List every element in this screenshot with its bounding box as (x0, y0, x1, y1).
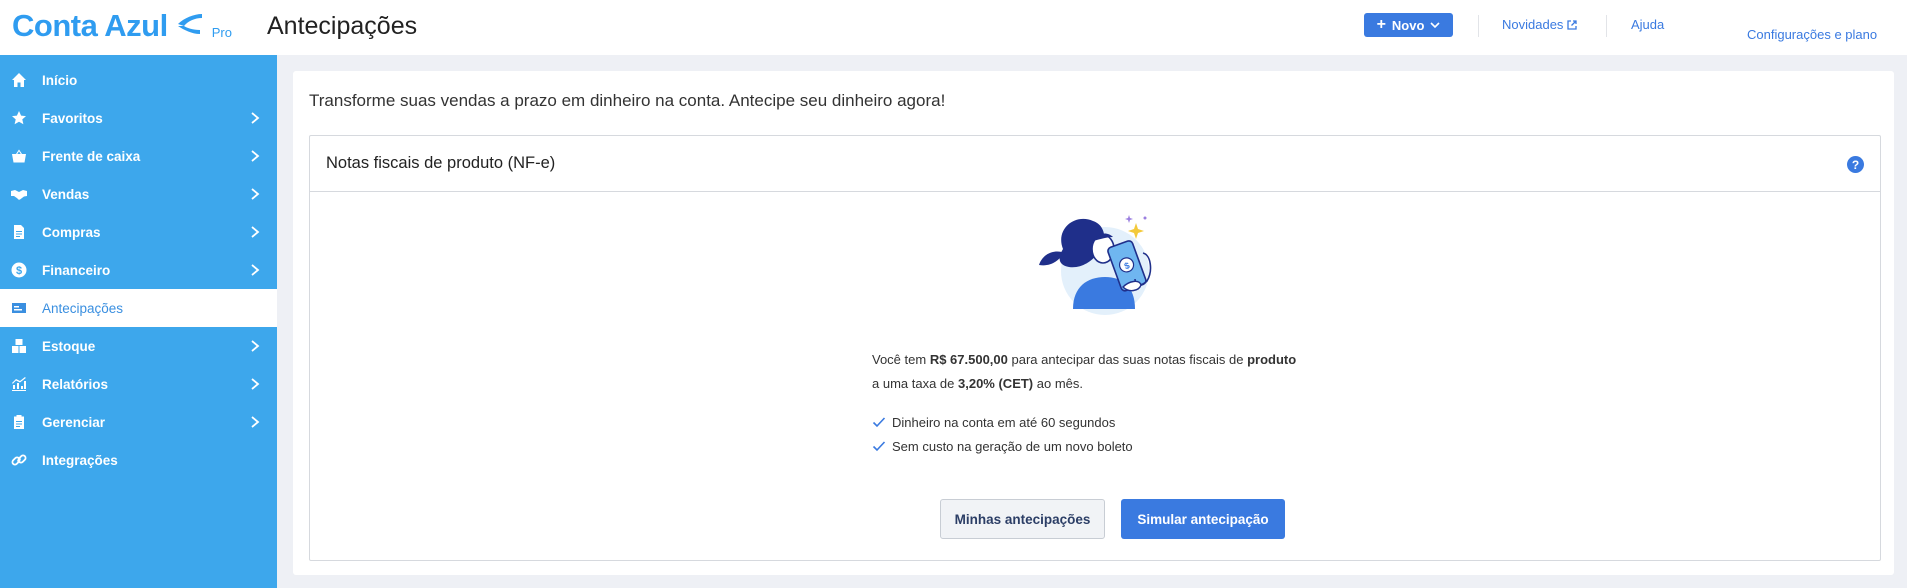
sidebar-item-inicio[interactable]: Início (0, 61, 277, 99)
chevron-right-icon (251, 378, 260, 390)
desc-text: ao mês. (1033, 376, 1083, 391)
chevron-right-icon (251, 264, 260, 276)
sidebar-item-favoritos[interactable]: Favoritos (0, 99, 277, 137)
monthly-rate: 3,20% (CET) (958, 376, 1034, 391)
sidebar-item-financeiro[interactable]: $ Financeiro (0, 251, 277, 289)
sidebar-item-integracoes[interactable]: Integrações (0, 441, 277, 479)
sidebar-item-antecipacoes[interactable]: Antecipações (0, 289, 277, 327)
available-amount: R$ 67.500,00 (929, 352, 1008, 367)
sidebar-item-relatorios[interactable]: Relatórios (0, 365, 277, 403)
sidebar-item-frente-de-caixa[interactable]: Frente de caixa (0, 137, 277, 175)
chart-icon (11, 376, 27, 392)
chevron-right-icon (251, 188, 260, 200)
sidebar-item-label: Antecipações (42, 300, 124, 316)
dollar-icon: $ (11, 262, 27, 278)
card-icon (11, 300, 27, 316)
sidebar-item-label: Estoque (42, 338, 96, 354)
chevron-right-icon (251, 150, 260, 162)
sidebar-item-vendas[interactable]: Vendas (0, 175, 277, 213)
novidades-link[interactable]: Novidades (1502, 17, 1578, 32)
desc-text: a uma taxa de (872, 376, 958, 391)
anticipation-description: Você tem R$ 67.500,00 para antecipar das… (872, 348, 1352, 396)
benefit-text: Dinheiro na conta em até 60 segundos (892, 414, 1116, 430)
novidades-label: Novidades (1502, 17, 1564, 32)
desc-text: Você tem (872, 352, 930, 367)
external-link-icon (1567, 19, 1578, 30)
logo-mark-icon (177, 14, 202, 34)
boxes-icon (11, 338, 27, 354)
logo-text: Conta Azul (12, 8, 168, 43)
link-icon (11, 452, 27, 468)
chevron-down-icon (1430, 22, 1440, 29)
plan-tier-label: Pro (211, 25, 232, 40)
sidebar-item-label: Frente de caixa (42, 148, 141, 164)
ajuda-label: Ajuda (1631, 17, 1665, 32)
basket-icon (11, 148, 27, 164)
panel-title: Notas fiscais de produto (NF-e) (326, 154, 556, 172)
check-icon (872, 441, 886, 452)
woman-with-phone-illustration: $ (1039, 215, 1152, 315)
sidebar-item-compras[interactable]: Compras (0, 213, 277, 251)
benefit-text: Sem custo na geração de um novo boleto (892, 438, 1133, 454)
settings-and-plan-link[interactable]: Configurações e plano (1747, 27, 1877, 42)
sidebar-item-label: Financeiro (42, 262, 111, 278)
sidebar-item-label: Integrações (42, 452, 118, 468)
nfe-panel: Notas fiscais de produto (NF-e) ? $ Você… (309, 135, 1881, 561)
help-icon[interactable]: ? (1847, 156, 1864, 173)
new-button-label: Novo (1391, 17, 1425, 33)
sidebar-item-label: Favoritos (42, 110, 103, 126)
chevron-right-icon (251, 340, 260, 352)
sidebar-item-label: Vendas (42, 186, 90, 202)
document-icon (11, 224, 27, 240)
star-icon (11, 110, 27, 126)
top-header: Conta Azul Pro Antecipações + Novo Novid… (0, 0, 1907, 55)
sidebar-item-label: Gerenciar (42, 414, 106, 430)
main-content: Transforme suas vendas a prazo em dinhei… (293, 71, 1894, 575)
header-divider (1606, 15, 1607, 37)
handshake-icon (11, 186, 27, 202)
simulate-anticipation-button[interactable]: Simular antecipação (1121, 499, 1285, 539)
svg-text:$: $ (16, 265, 22, 277)
main-heading: Transforme suas vendas a prazo em dinhei… (309, 91, 946, 110)
my-anticipations-button[interactable]: Minhas antecipações (940, 499, 1105, 539)
page-title: Antecipações (267, 12, 418, 40)
desc-text: para antecipar das suas notas fiscais de (1007, 352, 1248, 367)
sidebar-item-label: Relatórios (42, 376, 109, 392)
benefits-list: Dinheiro na conta em até 60 segundos Sem… (872, 410, 1133, 458)
panel-header: Notas fiscais de produto (NF-e) ? (310, 136, 1880, 192)
sidebar-item-gerenciar[interactable]: Gerenciar (0, 403, 277, 441)
ajuda-link[interactable]: Ajuda (1631, 17, 1664, 32)
chevron-right-icon (251, 112, 260, 124)
conta-azul-logo[interactable]: Conta Azul Pro (12, 6, 232, 46)
sidebar-item-label: Início (42, 72, 78, 88)
settings-and-plan-label: Configurações e plano (1747, 27, 1878, 42)
new-button[interactable]: + Novo (1364, 13, 1453, 37)
clipboard-icon (11, 414, 27, 430)
header-divider (1478, 15, 1479, 37)
home-icon (11, 72, 27, 88)
plus-icon: + (1376, 16, 1386, 33)
check-icon (872, 417, 886, 428)
sidebar: Início Favoritos Frente de caixa Vendas … (0, 55, 277, 588)
sidebar-item-estoque[interactable]: Estoque (0, 327, 277, 365)
invoice-kind: produto (1247, 352, 1297, 367)
chevron-right-icon (251, 226, 260, 238)
list-item: Sem custo na geração de um novo boleto (872, 434, 1133, 458)
chevron-right-icon (251, 416, 260, 428)
sidebar-item-label: Compras (42, 224, 101, 240)
list-item: Dinheiro na conta em até 60 segundos (872, 410, 1133, 434)
